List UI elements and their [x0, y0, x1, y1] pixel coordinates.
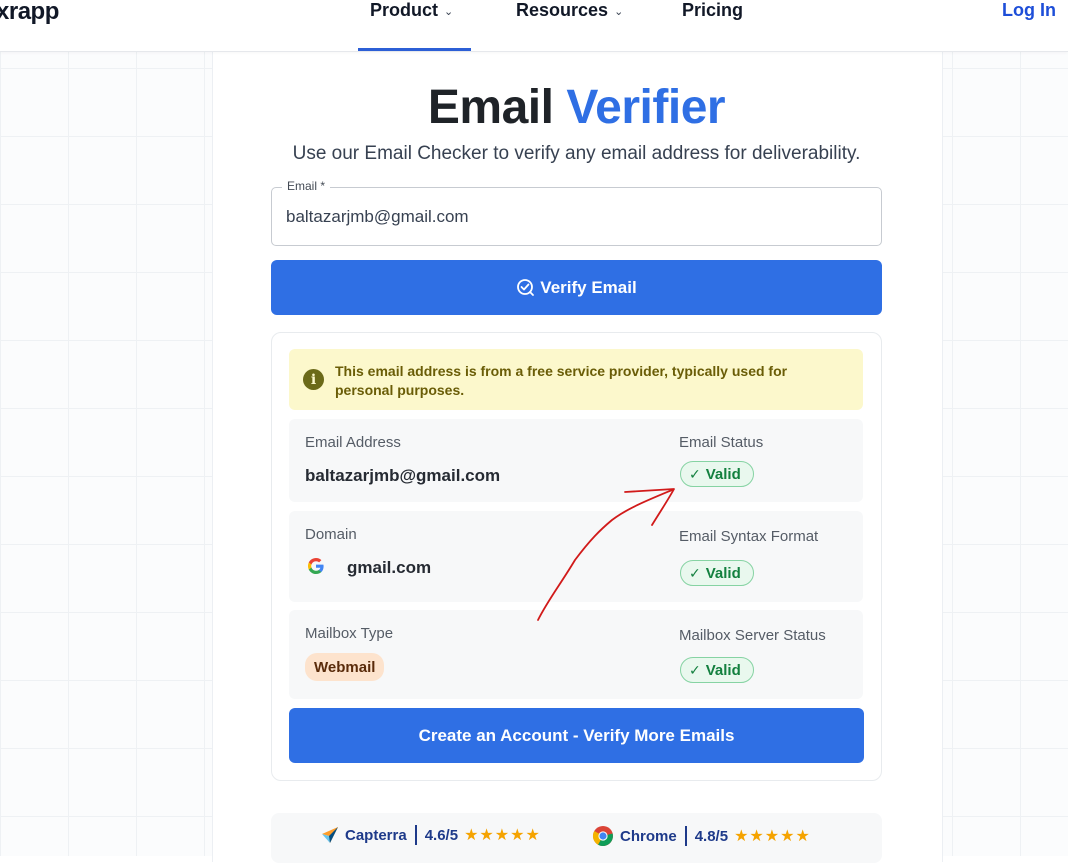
title-main: Email: [427, 81, 554, 134]
info-icon: i: [303, 369, 324, 390]
nav-pricing-label: Pricing: [682, 0, 744, 20]
title-accent: Verifier: [566, 81, 726, 134]
mailbox-server-badge: ✓ Valid: [680, 657, 754, 683]
nav-product[interactable]: Product ⌄: [370, 0, 453, 21]
page-title: Email Verifier: [212, 80, 941, 135]
nav-resources[interactable]: Resources ⌄: [516, 0, 623, 21]
chevron-down-icon: ⌄: [614, 6, 624, 18]
result-row-domain: Domain gmail.com Email Syntax Format ✓ V…: [289, 511, 863, 602]
logo[interactable]: xrapp: [0, 0, 59, 26]
mailbox-type-label: Mailbox Type: [305, 625, 394, 642]
chrome-rating[interactable]: Chrome 4.8/5 ★★★★★: [592, 825, 811, 847]
top-navbar: xrapp Product ⌄ Resources ⌄ Pricing Log …: [0, 0, 1068, 52]
domain-value: gmail.com: [347, 558, 432, 577]
chrome-name: Chrome: [620, 827, 677, 845]
login-link[interactable]: Log In: [1002, 0, 1056, 21]
verify-email-label: Verify Email: [540, 277, 637, 297]
check-icon: ✓: [689, 661, 701, 678]
email-address-label: Email Address: [305, 434, 401, 451]
email-field-value[interactable]: baltazarjmb@gmail.com: [286, 207, 469, 227]
capterra-name: Capterra: [345, 826, 407, 844]
email-status-badge: ✓ Valid: [680, 461, 754, 487]
email-status-value: Valid: [705, 465, 741, 483]
syntax-status-badge: ✓ Valid: [680, 560, 754, 586]
email-status-label: Email Status: [679, 434, 764, 451]
syntax-label: Email Syntax Format: [679, 528, 819, 545]
verify-email-button[interactable]: Verify Email: [271, 260, 882, 315]
mailbox-server-label: Mailbox Server Status: [679, 627, 826, 644]
google-icon: [308, 558, 324, 574]
chrome-icon: [592, 826, 613, 846]
nav-pricing[interactable]: Pricing: [682, 0, 743, 21]
email-field[interactable]: Email * baltazarjmb@gmail.com: [271, 179, 882, 246]
nav-product-label: Product: [370, 0, 439, 20]
divider: [684, 826, 687, 846]
page-subtitle: Use our Email Checker to verify any emai…: [292, 143, 861, 164]
free-provider-notice: i This email address is from a free serv…: [289, 349, 863, 410]
divider: [414, 825, 417, 845]
nav-active-indicator: [358, 48, 471, 51]
syntax-value: Valid: [705, 564, 741, 582]
notice-text: This email address is from a free servic…: [335, 363, 788, 398]
chrome-stars: ★★★★★: [734, 828, 811, 845]
capterra-icon: [322, 827, 338, 843]
domain-label: Domain: [305, 526, 357, 543]
chevron-down-icon: ⌄: [444, 6, 454, 18]
result-row-email: Email Address baltazarjmb@gmail.com Emai…: [289, 419, 863, 502]
capterra-rating[interactable]: Capterra 4.6/5 ★★★★★: [321, 825, 541, 845]
capterra-score: 4.6/5: [424, 826, 459, 844]
check-icon: ✓: [689, 564, 701, 581]
chrome-score: 4.8/5: [694, 827, 729, 845]
create-account-button[interactable]: Create an Account - Verify More Emails: [289, 708, 864, 763]
nav-resources-label: Resources: [516, 0, 609, 20]
email-address-value: baltazarjmb@gmail.com: [305, 466, 501, 485]
result-row-mailbox: Mailbox Type Webmail Mailbox Server Stat…: [289, 610, 863, 699]
verify-check-icon: [517, 278, 535, 296]
mailbox-type-badge: Webmail: [305, 653, 385, 681]
mailbox-server-value: Valid: [705, 661, 741, 679]
capterra-stars: ★★★★★: [464, 827, 541, 844]
email-field-label: Email *: [282, 179, 331, 193]
check-icon: ✓: [689, 465, 701, 482]
